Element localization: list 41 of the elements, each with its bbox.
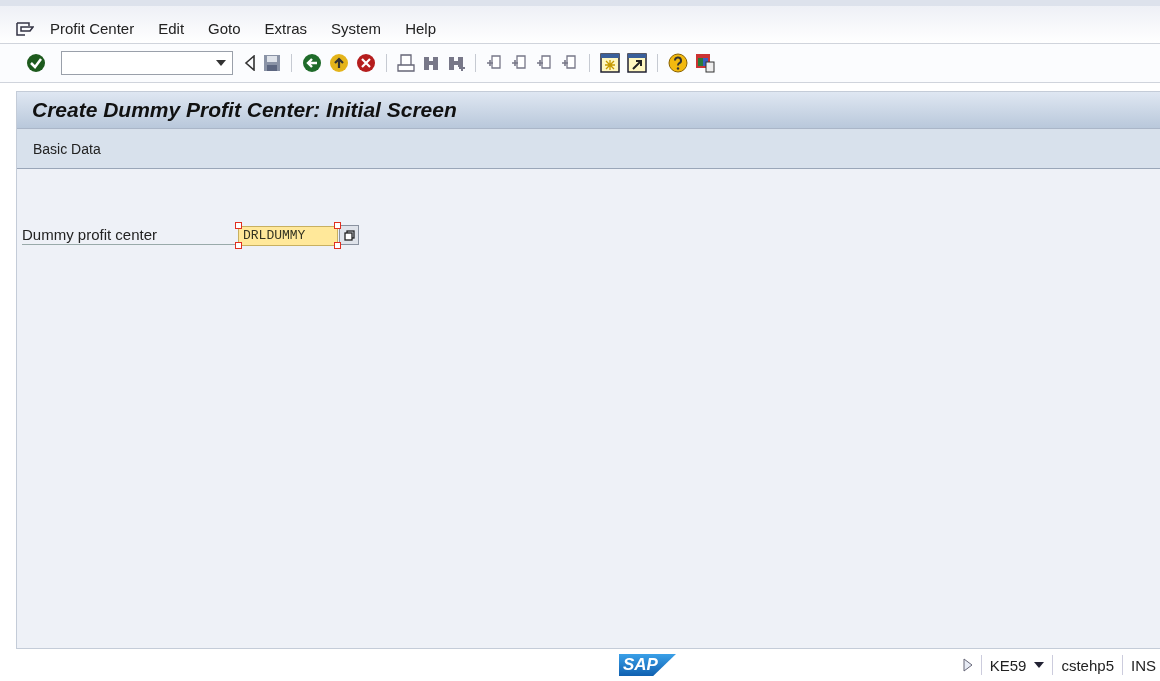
input-field[interactable]: DRLDUMMY — [238, 225, 338, 246]
back-icon[interactable] — [302, 53, 322, 73]
selection-handle — [334, 222, 341, 229]
cancel-icon[interactable] — [356, 53, 376, 73]
menu-icon[interactable] — [16, 21, 34, 36]
page-icon[interactable] — [536, 54, 554, 72]
screen-title: Create Dummy Profit Center: Initial Screen — [32, 98, 457, 122]
triangle-left-icon[interactable] — [244, 55, 256, 71]
new-window-icon[interactable] — [600, 53, 620, 73]
menu-item[interactable]: Extras — [264, 20, 308, 37]
dropdown-icon[interactable] — [1034, 662, 1045, 668]
transaction-code: KE59 — [989, 656, 1027, 674]
menu-item[interactable]: System — [331, 20, 382, 37]
save-icon[interactable] — [263, 54, 281, 72]
server-name: cstehp5 — [1061, 656, 1114, 674]
page-icon[interactable] — [561, 54, 579, 72]
menu-item[interactable]: Help — [405, 20, 436, 37]
help-icon[interactable] — [668, 53, 688, 73]
selection-handle — [235, 222, 242, 229]
print-icon[interactable] — [397, 54, 415, 72]
page-icon[interactable] — [486, 54, 504, 72]
selection-handle — [235, 241, 242, 249]
enter-icon[interactable] — [26, 53, 46, 73]
value-help-button[interactable] — [339, 225, 359, 246]
triangle-right-icon[interactable] — [962, 658, 973, 672]
exit-icon[interactable] — [329, 53, 349, 73]
layout-icon[interactable] — [695, 53, 715, 73]
insert-mode: INS — [1131, 656, 1156, 674]
find-next-icon[interactable] — [447, 54, 465, 72]
command-field[interactable] — [61, 51, 233, 75]
dropdown-icon[interactable] — [216, 60, 226, 66]
sap-logo: SAP — [619, 654, 676, 676]
selection-handle — [334, 241, 341, 249]
basic-data-button[interactable]: Basic Data — [27, 138, 107, 159]
menu-item[interactable]: Profit Center — [50, 20, 135, 37]
page-icon[interactable] — [511, 54, 529, 72]
shortcut-icon[interactable] — [627, 53, 647, 73]
find-icon[interactable] — [422, 54, 440, 72]
copy-icon — [343, 229, 355, 241]
menu-item[interactable]: Goto — [208, 20, 241, 37]
menu-item[interactable]: Edit — [158, 20, 185, 37]
